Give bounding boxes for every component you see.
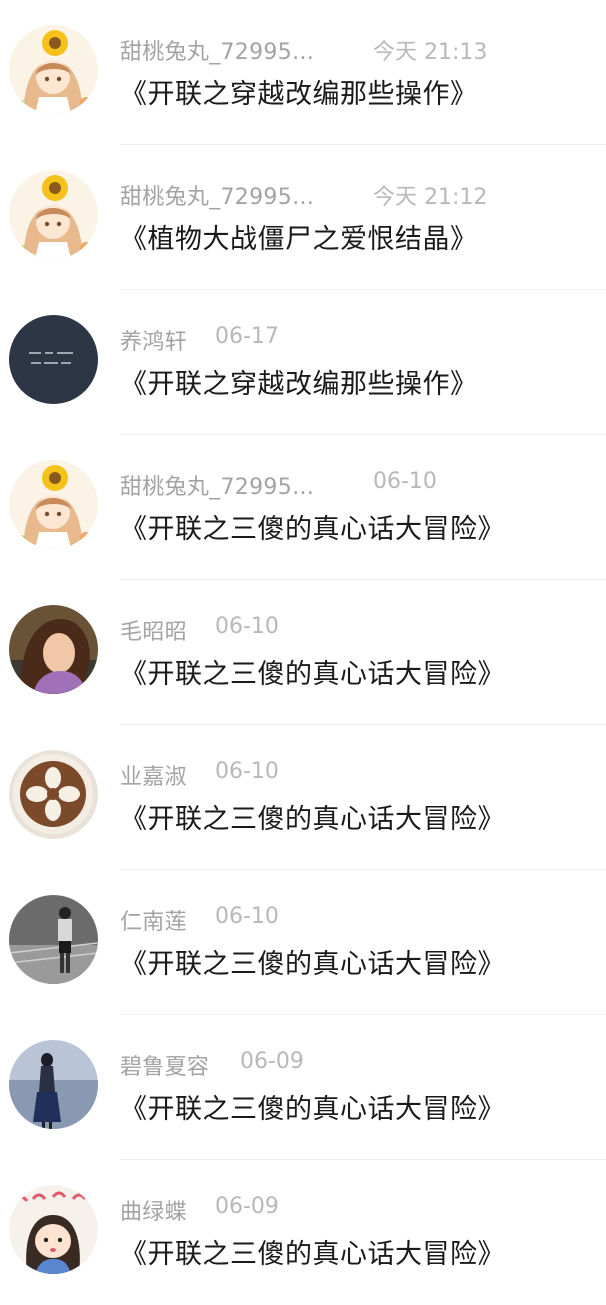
message-text: 《开联之三傻的真心话大冒险》 <box>120 659 505 690</box>
list-item[interactable]: 仁南莲 06-10 《开联之三傻的真心话大冒险》 <box>0 870 606 1015</box>
sender-name: 甜桃兔丸_72995… <box>120 185 315 210</box>
dark-text-avatar-icon[interactable] <box>9 315 98 404</box>
sender-name: 养鸿轩 <box>120 330 187 355</box>
message-time: 06-09 <box>215 1194 279 1219</box>
sender-name: 甜桃兔丸_72995… <box>120 475 315 500</box>
sender-name: 甜桃兔丸_72995… <box>120 40 315 65</box>
message-time: 06-10 <box>215 759 279 784</box>
message-text: 《开联之穿越改编那些操作》 <box>120 369 478 400</box>
message-text: 《开联之三傻的真心话大冒险》 <box>120 949 505 980</box>
seaside-girl-icon[interactable] <box>9 1040 98 1129</box>
list-item[interactable]: 曲绿蝶 06-09 《开联之三傻的真心话大冒险》 <box>0 1160 606 1305</box>
sender-name: 业嘉淑 <box>120 765 187 790</box>
list-item[interactable]: 甜桃兔丸_72995… 今天 21:13 《开联之穿越改编那些操作》 <box>0 0 606 145</box>
sender-name: 曲绿蝶 <box>120 1200 187 1225</box>
list-item[interactable]: 甜桃兔丸_72995… 今天 21:12 《植物大战僵尸之爱恨结晶》 <box>0 145 606 290</box>
message-text: 《植物大战僵尸之爱恨结晶》 <box>120 224 478 255</box>
message-text: 《开联之三傻的真心话大冒险》 <box>120 1094 505 1125</box>
message-time: 06-09 <box>240 1049 304 1074</box>
message-text: 《开联之三傻的真心话大冒险》 <box>120 514 505 545</box>
message-time: 06-10 <box>215 904 279 929</box>
message-time: 今天 21:12 <box>373 185 488 210</box>
list-item[interactable]: 业嘉淑 06-10 《开联之三傻的真心话大冒险》 <box>0 725 606 870</box>
message-time: 06-10 <box>215 614 279 639</box>
sunflower-girl-icon[interactable] <box>9 25 98 114</box>
cartoon-girl-icon[interactable] <box>9 1185 98 1274</box>
list-item[interactable]: 毛昭昭 06-10 《开联之三傻的真心话大冒险》 <box>0 580 606 725</box>
list-item[interactable]: 养鸿轩 06-17 《开联之穿越改编那些操作》 <box>0 290 606 435</box>
sender-name: 毛昭昭 <box>120 620 187 645</box>
girl-photo-icon[interactable] <box>9 605 98 694</box>
message-text: 《开联之三傻的真心话大冒险》 <box>120 1239 505 1270</box>
latte-art-icon[interactable] <box>9 750 98 839</box>
message-time: 06-10 <box>373 469 437 494</box>
sender-name: 仁南莲 <box>120 910 187 935</box>
message-list: 甜桃兔丸_72995… 今天 21:13 《开联之穿越改编那些操作》 甜桃兔丸_… <box>0 0 606 1280</box>
message-time: 06-17 <box>215 324 279 349</box>
list-item[interactable]: 碧鲁夏容 06-09 《开联之三傻的真心话大冒险》 <box>0 1015 606 1160</box>
message-text: 《开联之穿越改编那些操作》 <box>120 79 478 110</box>
sunflower-girl-icon[interactable] <box>9 460 98 549</box>
sunflower-girl-icon[interactable] <box>9 170 98 259</box>
bw-photo-icon[interactable] <box>9 895 98 984</box>
message-text: 《开联之三傻的真心话大冒险》 <box>120 804 505 835</box>
message-time: 今天 21:13 <box>373 40 488 65</box>
sender-name: 碧鲁夏容 <box>120 1055 210 1080</box>
list-item[interactable]: 甜桃兔丸_72995… 06-10 《开联之三傻的真心话大冒险》 <box>0 435 606 580</box>
